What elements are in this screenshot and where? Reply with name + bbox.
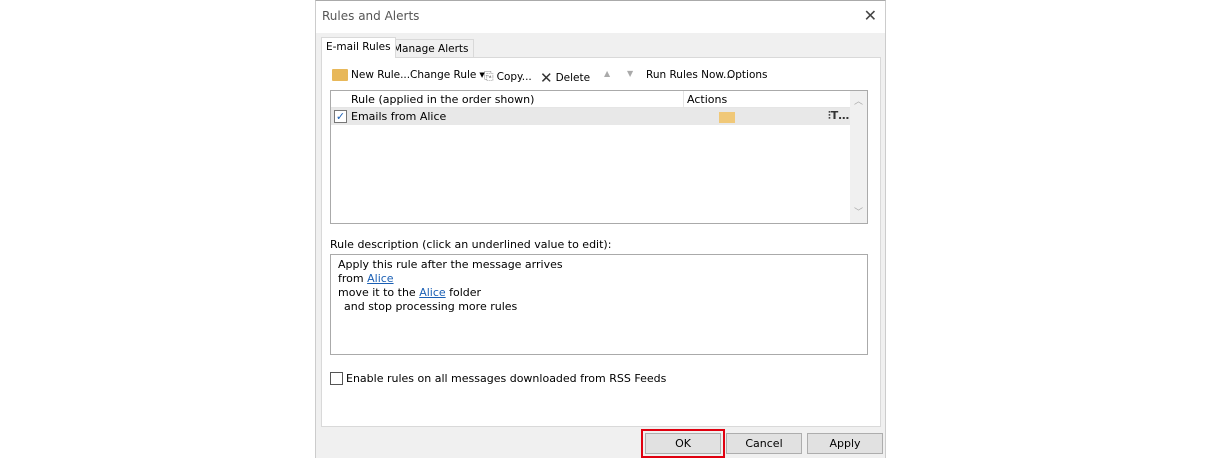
up-arrow-icon: ▲	[604, 69, 611, 78]
description-line: Apply this rule after the message arrive…	[338, 258, 563, 271]
ok-button[interactable]: OK	[641, 429, 725, 458]
description-text: folder	[445, 286, 482, 299]
copy-icon: ⎘	[484, 69, 494, 83]
move-down-button[interactable]: ▼	[627, 69, 633, 78]
rule-enabled-checkbox[interactable]: ✓	[334, 110, 347, 123]
description-text: from	[338, 272, 368, 285]
cancel-button[interactable]: Cancel	[726, 433, 802, 454]
delete-icon: ✕	[540, 69, 553, 87]
tab-email-rules[interactable]: E-mail Rules	[321, 37, 396, 58]
column-rule[interactable]: Rule (applied in the order shown)	[351, 93, 534, 106]
new-rule-icon	[332, 69, 348, 81]
more-actions-icon[interactable]: ⫶T…	[828, 109, 849, 123]
move-to-folder-icon	[719, 112, 735, 123]
rule-name: Emails from Alice	[351, 110, 447, 123]
description-line: and stop processing more rules	[344, 300, 518, 313]
folder-link[interactable]: Alice	[419, 286, 445, 299]
tab-manage-alerts[interactable]: Manage Alerts	[388, 39, 474, 58]
window-title: Rules and Alerts	[322, 9, 420, 23]
rule-description-label: Rule description (click an underlined va…	[330, 238, 612, 251]
delete-button[interactable]: ✕ Delete	[540, 69, 590, 87]
apply-button[interactable]: Apply	[807, 433, 883, 454]
close-icon[interactable]: ✕	[864, 6, 877, 25]
options-button[interactable]: Options	[727, 69, 768, 81]
title-bar: Rules and Alerts ✕	[316, 1, 885, 33]
rss-option[interactable]: Enable rules on all messages downloaded …	[330, 372, 666, 385]
rules-list: Rule (applied in the order shown) Action…	[330, 90, 868, 224]
down-arrow-icon: ▼	[627, 69, 634, 78]
copy-button[interactable]: ⎘ Copy...	[484, 69, 532, 84]
sender-link[interactable]: Alice	[367, 272, 393, 285]
description-line: from Alice	[338, 272, 860, 286]
column-actions[interactable]: Actions	[683, 91, 727, 108]
table-row[interactable]: ✓ Emails from Alice ⫶T…	[331, 108, 851, 125]
rules-and-alerts-dialog: Rules and Alerts ✕ E-mail Rules Manage A…	[315, 0, 886, 458]
run-rules-now-button[interactable]: Run Rules Now...	[646, 69, 733, 81]
rss-checkbox[interactable]	[330, 372, 343, 385]
move-up-button[interactable]: ▲	[604, 69, 610, 78]
description-line: move it to the Alice folder	[338, 286, 860, 300]
change-rule-button[interactable]: Change Rule ▼	[410, 69, 485, 81]
scroll-up-icon[interactable]: ︿	[850, 94, 867, 107]
list-scrollbar[interactable]: ︿ ﹀	[850, 91, 867, 223]
list-header: Rule (applied in the order shown) Action…	[331, 91, 851, 108]
scroll-down-icon[interactable]: ﹀	[850, 205, 867, 218]
rule-description-box: Apply this rule after the message arrive…	[330, 254, 868, 355]
rss-label: Enable rules on all messages downloaded …	[346, 372, 667, 385]
email-rules-panel: New Rule... Change Rule ▼ ⎘ Copy... ✕ De…	[321, 57, 881, 427]
new-rule-button[interactable]: New Rule...	[332, 69, 410, 81]
description-text: move it to the	[338, 286, 420, 299]
